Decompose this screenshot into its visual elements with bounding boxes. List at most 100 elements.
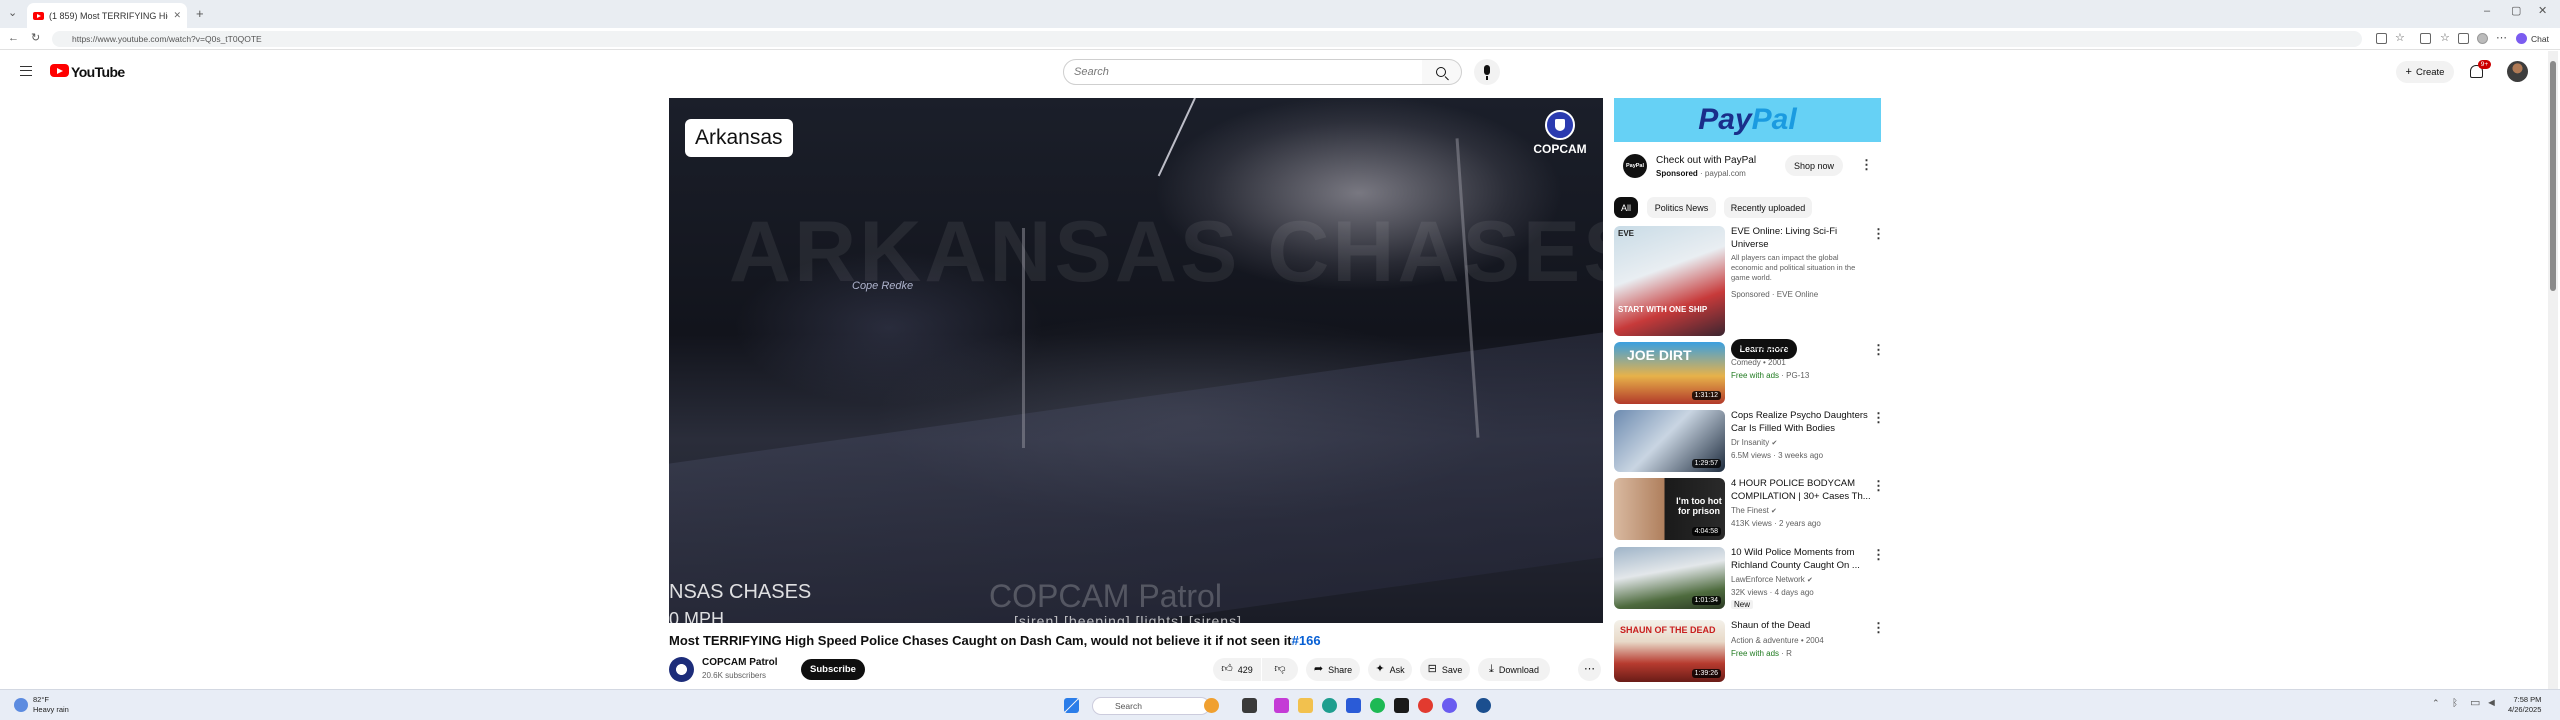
download-button[interactable]: ⤓ Download — [1478, 658, 1550, 681]
item-menu-icon[interactable]: ⋮ — [1872, 411, 1885, 424]
duration-badge: 1:39:26 — [1691, 669, 1721, 678]
extensions-icon[interactable] — [2420, 33, 2431, 44]
weather-widget[interactable]: 82°F Heavy rain — [33, 695, 69, 715]
item-menu-icon[interactable]: ⋮ — [1872, 548, 1885, 561]
close-window-icon[interactable]: ✕ — [2538, 6, 2547, 17]
maximize-icon[interactable]: ▢ — [2511, 6, 2521, 17]
channel-name[interactable]: COPCAM Patrol — [702, 657, 778, 668]
item-menu-icon[interactable]: ⋮ — [1872, 479, 1885, 492]
ad-banner[interactable]: Pay Pal — [1614, 98, 1881, 142]
search-button[interactable] — [1422, 59, 1462, 85]
item-menu-icon[interactable]: ⋮ — [1872, 227, 1885, 240]
advertiser-logo[interactable]: PayPal — [1623, 154, 1647, 178]
ad-menu-icon[interactable]: ⋮ — [1860, 158, 1873, 171]
video-thumbnail[interactable]: SHAUN OF THE DEAD 1:39:26 — [1614, 620, 1725, 682]
more-actions-button[interactable]: ⋯ — [1578, 658, 1601, 681]
voice-search-icon[interactable] — [1474, 59, 1500, 85]
save-button[interactable]: ⊟ Save — [1420, 658, 1470, 681]
more-menu-icon[interactable]: ⋯ — [2496, 33, 2507, 44]
minimize-icon[interactable]: – — [2484, 6, 2490, 17]
reload-icon[interactable]: ↻ — [31, 33, 40, 44]
scrollbar-thumb[interactable] — [2550, 61, 2556, 291]
video-item-title[interactable]: Joe Dirt (2001) — [1731, 342, 1873, 355]
widgets-icon[interactable] — [1204, 698, 1219, 713]
back-icon[interactable]: ← — [8, 33, 19, 44]
video-item[interactable]: 1:29:57 Cops Realize Psycho Daughters Ca… — [1614, 410, 1886, 474]
video-thumbnail[interactable]: 1:01:34 — [1614, 547, 1725, 609]
chip-recently-uploaded[interactable]: Recently uploaded — [1724, 197, 1812, 218]
video-item[interactable]: I'm too hot for prison 4:04:58 4 HOUR PO… — [1614, 478, 1886, 542]
item-menu-icon[interactable]: ⋮ — [1872, 343, 1885, 356]
video-item[interactable]: SHAUN OF THE DEAD 1:39:26 Shaun of the D… — [1614, 620, 1886, 682]
edge-browser-icon[interactable] — [1322, 698, 1337, 713]
ad-title[interactable]: Check out with PayPal — [1656, 155, 1756, 166]
new-tab-icon[interactable]: + — [196, 7, 204, 20]
dislike-button[interactable]: 👎︎ — [1262, 658, 1298, 681]
like-button[interactable]: 👍︎ 429 — [1213, 658, 1261, 681]
video-item-title[interactable]: Cops Realize Psycho Daughters Car Is Fil… — [1731, 410, 1873, 435]
video-item-title[interactable]: 4 HOUR POLICE BODYCAM COMPILATION | 30+ … — [1731, 478, 1873, 503]
copilot-app-icon[interactable] — [1274, 698, 1289, 713]
ask-button[interactable]: ✦ Ask — [1368, 658, 1412, 681]
chat-label[interactable]: Chat — [2531, 34, 2549, 44]
screen: ⌄ (1 859) Most TERRIFYING High ✕ + – ▢ ✕… — [0, 0, 2560, 720]
video-player[interactable]: ARKANSAS CHASES Cope Redke Arkansas COPC… — [669, 98, 1603, 623]
hamburger-menu-icon[interactable] — [20, 66, 32, 76]
weather-icon[interactable] — [14, 698, 28, 712]
shop-now-button[interactable]: Shop now — [1785, 155, 1843, 176]
teams-icon[interactable] — [1442, 698, 1457, 713]
favorites-icon[interactable]: ☆ — [2440, 33, 2450, 44]
collections-icon[interactable] — [2458, 33, 2469, 44]
video-title-text: Most TERRIFYING High Speed Police Chases… — [669, 633, 1292, 648]
network-icon[interactable]: ▭ — [2470, 698, 2480, 709]
steam-icon[interactable] — [1476, 698, 1491, 713]
file-explorer-icon[interactable] — [1298, 698, 1313, 713]
video-item-title[interactable]: Shaun of the Dead — [1731, 620, 1873, 633]
video-hashtag[interactable]: #166 — [1292, 633, 1321, 648]
video-thumbnail[interactable]: JOE DIRT 1:31:12 — [1614, 342, 1725, 404]
youtube-logo-icon[interactable] — [50, 64, 69, 77]
video-item[interactable]: 1:01:34 10 Wild Police Moments from Rich… — [1614, 547, 1886, 611]
system-clock[interactable]: 7:58 PM 4/26/2025 — [2508, 695, 2541, 715]
video-thumbnail[interactable]: EVE START WITH ONE SHIP — [1614, 226, 1725, 336]
address-bar[interactable]: https://www.youtube.com/watch?v=Q0s_tT0Q… — [52, 31, 2362, 47]
chrome-icon[interactable] — [1418, 698, 1433, 713]
channel-avatar[interactable] — [669, 657, 694, 682]
close-tab-icon[interactable]: ✕ — [173, 10, 181, 21]
browser-tab-active[interactable]: (1 859) Most TERRIFYING High ✕ — [27, 3, 187, 28]
video-thumbnail[interactable]: I'm too hot for prison 4:04:58 — [1614, 478, 1725, 540]
ad-sponsored-label: Sponsored — [1656, 169, 1698, 178]
subscribe-button[interactable]: Subscribe — [801, 659, 865, 680]
reader-mode-icon[interactable] — [2376, 33, 2387, 44]
thumb-caption: START WITH ONE SHIP — [1618, 305, 1708, 314]
tab-list-chevron-icon[interactable]: ⌄ — [8, 8, 17, 19]
store-icon[interactable] — [1346, 698, 1361, 713]
task-view-icon[interactable] — [1242, 698, 1257, 713]
account-avatar[interactable] — [2507, 61, 2528, 82]
video-item-title[interactable]: EVE Online: Living Sci-Fi Universe — [1731, 226, 1873, 251]
item-menu-icon[interactable]: ⋮ — [1872, 621, 1885, 634]
taskbar-search[interactable]: Search — [1092, 697, 1210, 715]
share-button[interactable]: ➦ Share — [1306, 658, 1360, 681]
bluetooth-icon[interactable]: ᛒ — [2452, 699, 2458, 709]
ad-domain: paypal.com — [1704, 169, 1746, 178]
video-item-title[interactable]: 10 Wild Police Moments from Richland Cou… — [1731, 547, 1873, 572]
page-scrollbar[interactable] — [2548, 51, 2558, 689]
terminal-icon[interactable] — [1394, 698, 1409, 713]
volume-icon[interactable]: ◄ — [2486, 698, 2497, 709]
profile-icon[interactable] — [2477, 33, 2488, 44]
spotify-icon[interactable] — [1370, 698, 1385, 713]
video-thumbnail[interactable]: 1:29:57 — [1614, 410, 1725, 472]
youtube-wordmark[interactable]: YouTube — [71, 64, 125, 80]
chip-all[interactable]: All — [1614, 197, 1638, 218]
create-button[interactable]: + Create — [2396, 61, 2454, 83]
start-button-icon[interactable] — [1064, 698, 1079, 713]
copilot-icon[interactable] — [2516, 33, 2527, 44]
tray-chevron-icon[interactable]: ⌃ — [2432, 699, 2440, 708]
favorite-star-icon[interactable]: ☆ — [2395, 33, 2405, 44]
chip-politics-news[interactable]: Politics News — [1647, 197, 1716, 218]
video-item[interactable]: JOE DIRT 1:31:12 Joe Dirt (2001) Comedy … — [1614, 342, 1886, 406]
bookmark-icon: ⊟ — [1427, 663, 1437, 675]
search-input[interactable]: Search — [1063, 59, 1423, 85]
thumbs-down-icon: 👎︎ — [1274, 663, 1286, 675]
